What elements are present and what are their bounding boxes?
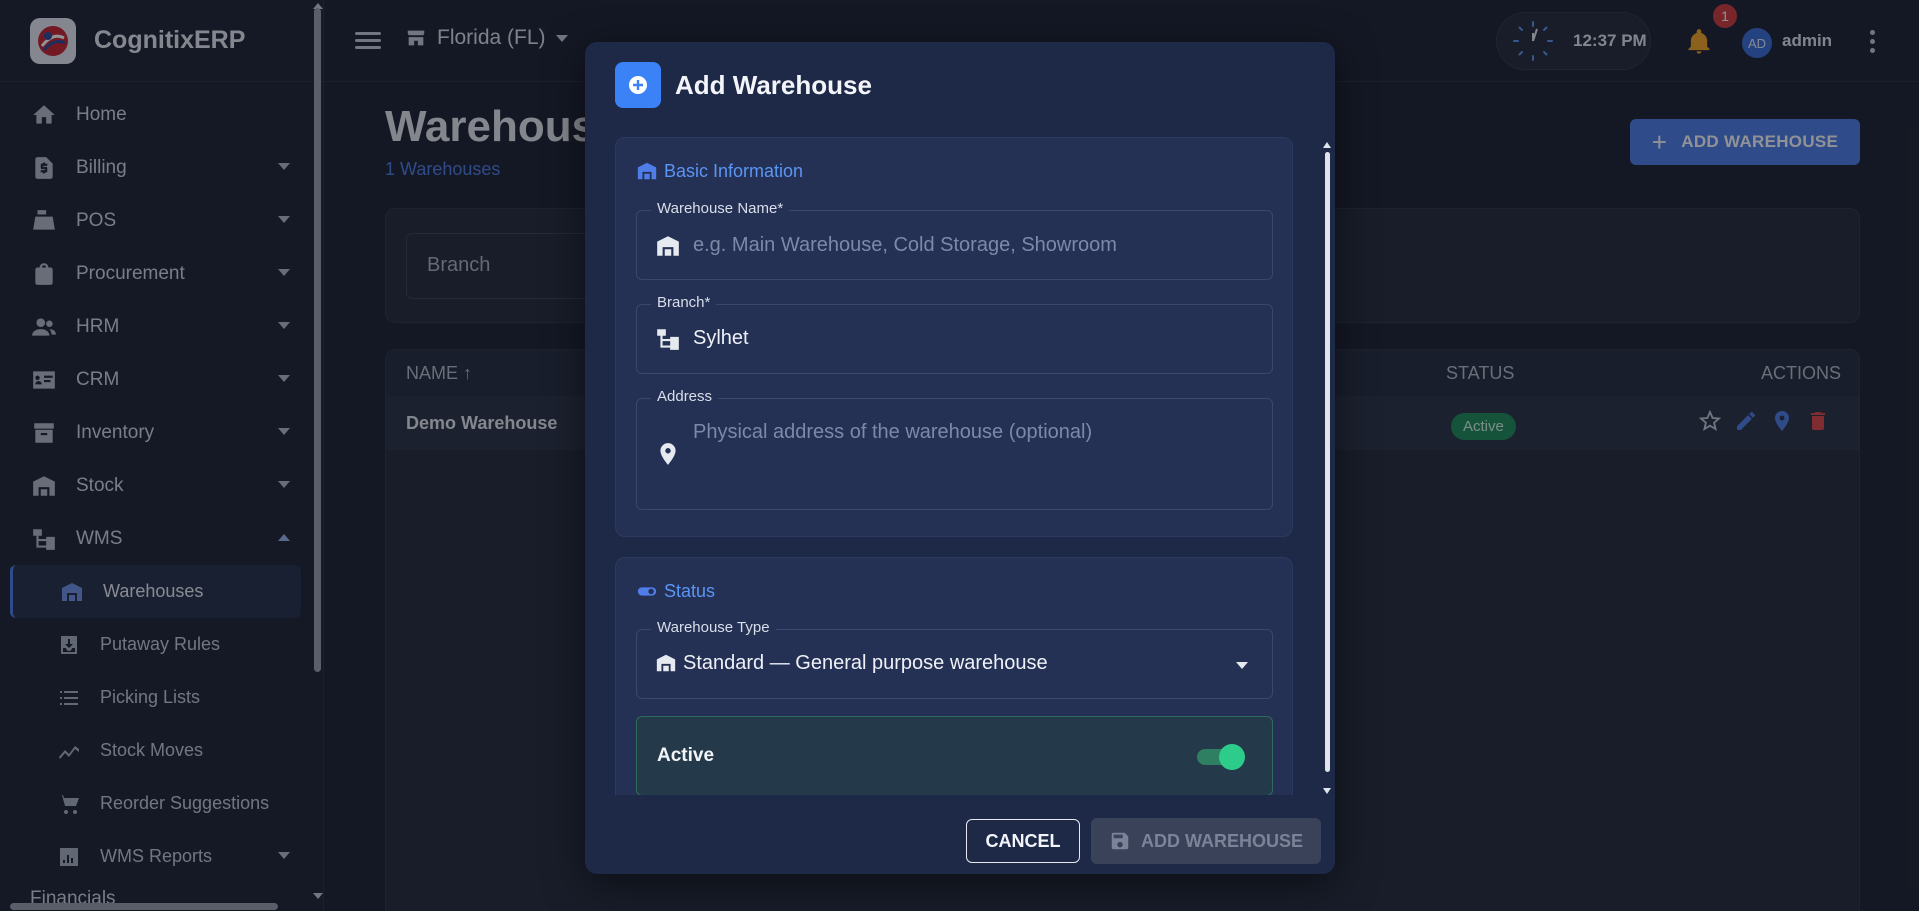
section-title-label: Status [664,580,716,601]
add-circle-icon [615,62,661,108]
basic-information-section: Basic Information Warehouse Name* e.g. M… [615,137,1293,537]
warehouse-name-field[interactable]: Warehouse Name* e.g. Main Warehouse, Col… [636,200,1273,280]
dialog-body: Basic Information Warehouse Name* e.g. M… [615,137,1293,795]
scroll-up-arrow[interactable] [1323,142,1331,148]
branch-field[interactable]: Branch* Sylhet [636,294,1273,374]
dialog-scrollbar[interactable] [1325,152,1330,772]
save-icon [1111,832,1129,850]
add-warehouse-dialog: Add Warehouse Basic Information Warehous… [585,42,1335,874]
warehouse-icon [655,233,683,261]
warehouse-type-value: Standard — General purpose warehouse [683,652,1048,674]
scroll-down-arrow[interactable] [1323,788,1331,794]
active-toggle[interactable] [1197,744,1245,770]
section-title: Basic Information [636,160,803,182]
warehouse-type-select[interactable]: Warehouse Type Standard — General purpos… [636,619,1273,699]
section-title-label: Basic Information [664,160,804,181]
field-label: Warehouse Type [651,619,776,636]
toggle-icon [637,587,657,596]
cancel-button[interactable]: CANCEL [966,819,1080,863]
chevron-down-icon [1236,662,1248,669]
field-label: Address [651,388,719,405]
warehouse-icon [637,162,657,180]
hierarchy-icon [655,326,683,354]
dialog-header: Add Warehouse [615,62,872,108]
section-title: Status [636,580,715,602]
field-label: Branch* [651,294,717,311]
status-section: Status Warehouse Type Standard — General… [615,557,1293,795]
submit-add-warehouse-button[interactable]: ADD WAREHOUSE [1091,818,1321,864]
warehouse-name-input[interactable]: e.g. Main Warehouse, Cold Storage, Showr… [693,234,1117,257]
address-field[interactable]: Address Physical address of the warehous… [636,388,1273,510]
active-toggle-row[interactable]: Active [636,716,1273,795]
dialog-title: Add Warehouse [675,69,872,100]
warehouse-icon [655,652,679,680]
submit-button-label: ADD WAREHOUSE [1140,830,1303,851]
branch-value[interactable]: Sylhet [693,327,749,350]
field-label: Warehouse Name* [651,200,790,217]
address-input[interactable]: Physical address of the warehouse (optio… [693,421,1092,444]
location-pin-icon [655,441,683,469]
active-label: Active [657,745,715,766]
toggle-knob [1219,744,1245,770]
